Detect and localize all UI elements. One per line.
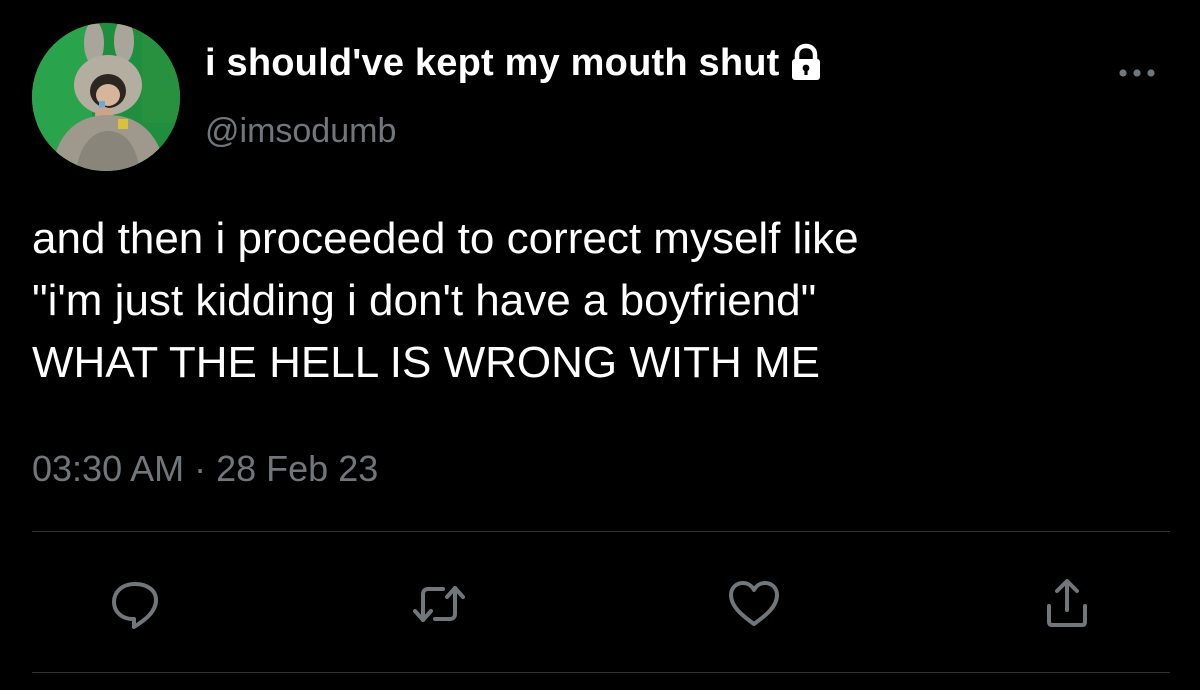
tweet-text-line: and then i proceeded to correct myself l… [32, 214, 859, 263]
tweet-card: i should've kept my mouth shut @imsodumb… [0, 0, 1200, 690]
divider [32, 531, 1170, 532]
username-handle[interactable]: @imsodumb [205, 112, 396, 151]
author-row: i should've kept my mouth shut [205, 38, 824, 88]
avatar[interactable] [32, 23, 180, 171]
tweet-timestamp[interactable]: 03:30 AM · 28 Feb 23 [32, 448, 378, 490]
retweet-icon [413, 586, 465, 622]
retweet-button[interactable] [407, 572, 471, 636]
reply-icon [112, 582, 158, 629]
meta-separator: · [194, 448, 207, 489]
avatar-image [32, 23, 180, 171]
tweet-time: 03:30 AM [32, 448, 185, 489]
share-icon [1047, 579, 1087, 627]
tweet-date: 28 Feb 23 [216, 448, 379, 489]
reply-button[interactable] [103, 572, 167, 636]
tweet-text-line: "i'm just kidding i don't have a boyfrie… [32, 276, 817, 325]
like-button[interactable] [722, 572, 786, 636]
more-horizontal-icon[interactable] [1112, 58, 1164, 86]
share-button[interactable] [1035, 572, 1099, 636]
heart-icon [729, 581, 779, 626]
tweet-text: and then i proceeded to correct myself l… [32, 208, 1192, 394]
divider [32, 672, 1170, 673]
lock-icon [788, 43, 824, 83]
tweet-text-line: WHAT THE HELL IS WRONG WITH ME [32, 338, 820, 387]
display-name[interactable]: i should've kept my mouth shut [205, 42, 780, 85]
